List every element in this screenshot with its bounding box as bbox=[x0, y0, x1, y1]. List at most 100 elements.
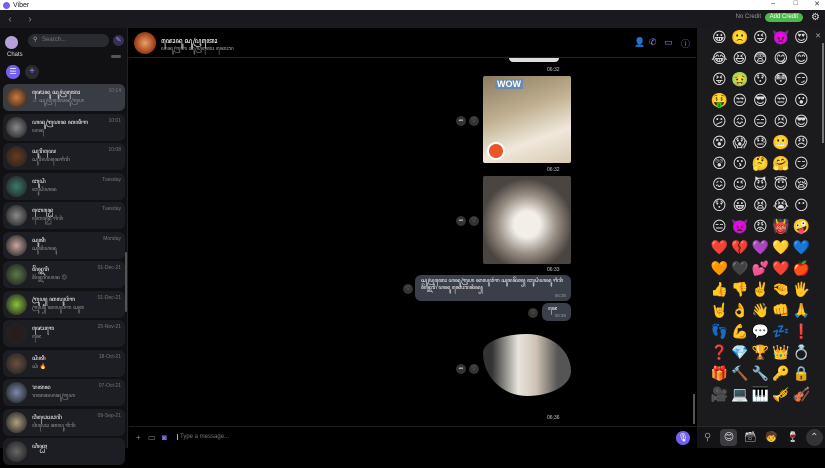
emoji-item[interactable]: 🧡 bbox=[709, 260, 730, 279]
emoji-item[interactable]: 😏 bbox=[791, 71, 812, 90]
emoji-item[interactable]: 🔨 bbox=[730, 365, 751, 384]
new-chat-button[interactable]: ✎ bbox=[113, 35, 124, 46]
emoji-item[interactable]: 👣 bbox=[709, 323, 730, 342]
emoji-item[interactable]: 😜 bbox=[750, 29, 771, 48]
emoji-item[interactable]: 😒 bbox=[771, 92, 792, 111]
emoji-item[interactable]: 😮 bbox=[791, 92, 812, 111]
sticker-pack-tab-icon[interactable]: 🍷 bbox=[784, 429, 801, 446]
emoji-item[interactable]: ❓ bbox=[709, 344, 730, 363]
emoji-item[interactable]: 😎 bbox=[750, 92, 771, 111]
sticker-pack-tab-icon[interactable]: 🧒 bbox=[763, 429, 780, 446]
emoji-item[interactable]: 😲 bbox=[709, 155, 730, 174]
emoji-item[interactable]: 💻 bbox=[730, 386, 751, 405]
emoji-item[interactable]: 💪 bbox=[730, 323, 751, 342]
emoji-item[interactable]: 🤏 bbox=[771, 281, 792, 300]
emoji-item[interactable]: 😗 bbox=[730, 155, 751, 174]
chat-list-item[interactable]: ꦧꦺꦤ꧀ꦝꦺ ꦧꦺꦤ꧀ꦝꦺ ꦒꦶꦫꦶ Tuesday bbox=[3, 202, 125, 229]
emoji-item[interactable]: 😵 bbox=[709, 134, 730, 153]
chats-menu-button[interactable] bbox=[111, 55, 121, 58]
emoji-item[interactable]: 🤪 bbox=[791, 218, 812, 237]
chat-list-item[interactable]: ꦲꦤꦸꦒꦿꦲꦤ ꦏꦠꦶꦒ ꦲꦤꦸ 10:01 bbox=[3, 113, 125, 141]
emoji-item[interactable]: 😏 bbox=[791, 155, 812, 174]
emoji-item[interactable]: 💛 bbox=[771, 239, 792, 258]
emoji-item[interactable]: 😯 bbox=[709, 197, 730, 216]
emoji-item[interactable]: 💙 bbox=[791, 239, 812, 258]
emoji-item[interactable]: 😶 bbox=[791, 197, 812, 216]
emoji-item[interactable]: 😀 bbox=[730, 197, 751, 216]
emoji-item[interactable]: 🔑 bbox=[771, 365, 792, 384]
emoji-item[interactable]: 💕 bbox=[750, 260, 771, 279]
sticker-icon[interactable]: ◙ bbox=[162, 433, 167, 442]
chevron-up-icon[interactable]: ⌃ bbox=[805, 429, 823, 446]
emoji-item[interactable]: 😋 bbox=[771, 50, 792, 69]
emoji-item[interactable]: 😍 bbox=[791, 29, 812, 48]
emoji-item[interactable]: 👑 bbox=[771, 344, 792, 363]
emoji-item[interactable]: 💎 bbox=[730, 344, 751, 363]
emoji-scrollbar[interactable] bbox=[822, 43, 824, 143]
emoji-item[interactable]: 🏆 bbox=[750, 344, 771, 363]
emoji-item[interactable]: 💔 bbox=[730, 239, 751, 258]
emoji-item[interactable]: 💤 bbox=[771, 323, 792, 342]
like-heart-icon[interactable]: ♡ bbox=[528, 308, 538, 318]
emoji-item[interactable]: 💍 bbox=[791, 344, 812, 363]
emoji-item[interactable]: 😱 bbox=[730, 134, 751, 153]
emoji-item[interactable]: ❤️ bbox=[709, 239, 730, 258]
emoji-item[interactable]: 😡 bbox=[750, 218, 771, 237]
close-button[interactable]: ✕ bbox=[814, 0, 820, 8]
previous-sticker[interactable] bbox=[509, 58, 559, 62]
emoji-item[interactable]: 🤢 bbox=[730, 71, 751, 90]
emoji-item[interactable]: 😝 bbox=[709, 71, 730, 90]
message-bubble[interactable]: ꦗꦺ 06:35 bbox=[542, 303, 571, 321]
all-chats-filter-button[interactable]: ☰ bbox=[6, 65, 20, 79]
message-bubble[interactable]: ꦱꦸꦥꦿꦠꦺꦴ ꦲꦤꦸꦒꦿꦲ ꦏꦭꦸꦮꦂꦒ ꦱꦸꦩꦤꦼꦩ꧀ ꦧꦸꦝꦶꦲꦤꦸ ꦒꦶ… bbox=[415, 275, 571, 301]
emoji-item[interactable]: ✌️ bbox=[750, 281, 771, 300]
settings-gear-icon[interactable]: ⚙ bbox=[811, 12, 820, 23]
message-input[interactable]: Type a message... bbox=[177, 434, 229, 440]
emoji-item[interactable]: 🎻 bbox=[791, 386, 812, 405]
add-credit-button[interactable]: Add Credit bbox=[764, 13, 803, 22]
add-participant-icon[interactable]: 👤 bbox=[634, 37, 645, 48]
emoji-item[interactable]: 😇 bbox=[771, 176, 792, 195]
emoji-item[interactable]: 🤗 bbox=[771, 155, 792, 174]
emoji-item[interactable]: 😳 bbox=[771, 71, 792, 90]
chat-list-item[interactable]: ꦗꦺꦴꦤꦸ ꦱꦸꦥꦿꦠꦺꦴ ☺ ꦱꦸꦥꦿꦠꦺꦴꦤꦸꦒꦿꦲ 10:14 bbox=[3, 84, 125, 111]
forward-button[interactable]: › bbox=[23, 14, 37, 25]
emoji-item[interactable]: 👊 bbox=[771, 302, 792, 321]
emoji-item[interactable]: 😂 bbox=[709, 50, 730, 69]
emoji-item[interactable]: 👿 bbox=[771, 29, 792, 48]
search-input[interactable]: ⚲ Search... bbox=[28, 34, 109, 47]
chat-list-item[interactable]: ꦩꦼꦤ꧀ꦠꦫꦶ ꦩꦼꦤ꧀ꦠꦫꦶꦲꦤ 😊 01-Dec-21 bbox=[3, 261, 125, 288]
emoji-item[interactable]: 👿 bbox=[730, 218, 751, 237]
info-icon[interactable]: ⓘ bbox=[681, 37, 690, 50]
forward-icon[interactable]: ➦ bbox=[456, 116, 466, 126]
conversation-scrollbar[interactable] bbox=[693, 394, 695, 424]
emoji-item[interactable]: 👋 bbox=[750, 302, 771, 321]
emoji-item[interactable]: 🔒 bbox=[791, 365, 812, 384]
emoji-item[interactable]: 😈 bbox=[750, 176, 771, 195]
like-heart-icon[interactable]: ♡ bbox=[469, 364, 479, 374]
emoji-item[interactable]: 💬 bbox=[750, 323, 771, 342]
emoji-item[interactable]: 😭 bbox=[771, 197, 792, 216]
emoji-item[interactable]: ❗ bbox=[791, 323, 812, 342]
minimize-button[interactable]: – bbox=[771, 0, 775, 7]
chat-list-item[interactable]: ꦲꦶꦤ꧀ꦝꦃ bbox=[3, 438, 125, 465]
emoji-item[interactable]: 😖 bbox=[730, 113, 751, 132]
emoji-item[interactable]: 😣 bbox=[771, 113, 792, 132]
emoji-item[interactable]: 🤘 bbox=[709, 302, 730, 321]
emoji-item[interactable]: 👌 bbox=[730, 302, 751, 321]
emoji-item[interactable]: 😑 bbox=[709, 218, 730, 237]
emoji-item[interactable]: 🖐 bbox=[791, 281, 812, 300]
chat-list-scrollbar[interactable] bbox=[125, 252, 127, 312]
call-icon[interactable]: ✆ bbox=[649, 37, 657, 48]
like-heart-icon[interactable]: ♡ bbox=[469, 216, 479, 226]
search-icon[interactable]: ⚲ bbox=[699, 429, 716, 446]
emoji-item[interactable]: 😖 bbox=[709, 176, 730, 195]
like-heart-icon[interactable]: ♡ bbox=[469, 116, 479, 126]
emoji-item[interactable]: 👹 bbox=[771, 218, 792, 237]
emoji-item[interactable]: 😯 bbox=[750, 71, 771, 90]
emoji-item[interactable]: 🎹 bbox=[750, 386, 771, 405]
forward-icon[interactable]: ➦ bbox=[456, 216, 466, 226]
emoji-item[interactable]: 🤔 bbox=[750, 155, 771, 174]
like-heart-icon[interactable]: ♡ bbox=[403, 284, 413, 294]
back-button[interactable]: ‹ bbox=[3, 14, 17, 25]
